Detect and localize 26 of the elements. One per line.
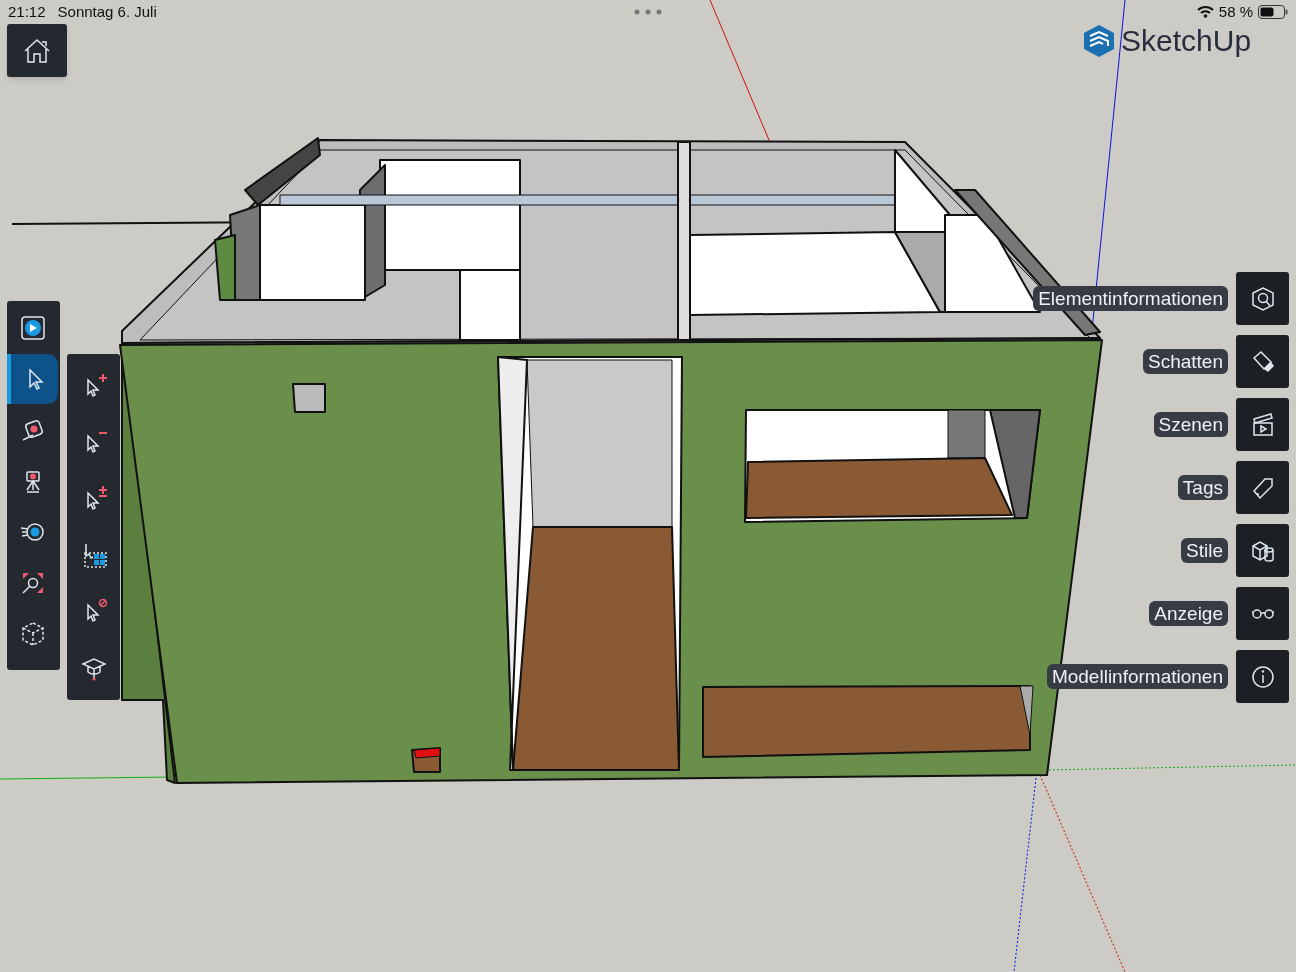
battery-percentage: 58 % — [1218, 1, 1253, 22]
panel-label: Stile — [1181, 538, 1228, 563]
play-icon — [18, 314, 47, 342]
panel-button[interactable] — [1236, 398, 1289, 451]
panel-label: Tags — [1177, 475, 1228, 500]
status-time: 21:12 — [8, 1, 46, 22]
home-icon — [23, 37, 51, 64]
panel-button[interactable] — [1236, 335, 1289, 388]
panel-label: Modellinformationen — [1046, 664, 1228, 689]
sketchup-logo-icon — [1083, 24, 1115, 58]
panel-label: Elementinformationen — [1033, 286, 1228, 311]
panel-label: Schatten — [1143, 349, 1228, 374]
panel-button[interactable] — [1236, 587, 1289, 640]
logo-text: SketchUp — [1121, 26, 1252, 56]
tool-button[interactable] — [7, 354, 58, 404]
status-date: Sonntag 6. Juli — [57, 1, 157, 22]
panel-button[interactable] — [1236, 524, 1289, 577]
battery-icon — [1258, 5, 1288, 19]
wifi-icon — [1196, 6, 1214, 18]
home-button[interactable] — [7, 24, 67, 77]
panel-button[interactable] — [1236, 461, 1289, 514]
panel-label: Anzeige — [1149, 601, 1228, 626]
multitasking-dots-icon — [634, 9, 662, 15]
panel-button[interactable] — [1236, 650, 1289, 703]
panel-label: Szenen — [1153, 412, 1228, 437]
panel-button[interactable] — [1236, 272, 1289, 325]
